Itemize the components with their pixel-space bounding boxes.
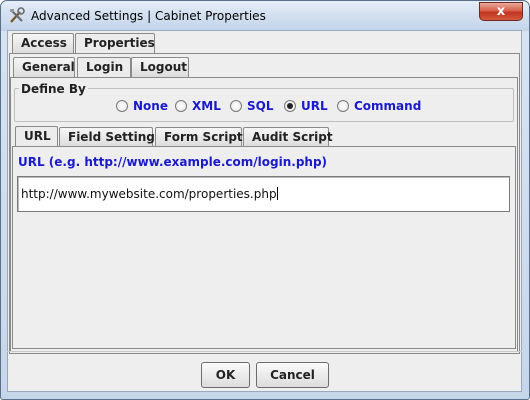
- window-title: Advanced Settings | Cabinet Properties: [31, 9, 266, 23]
- tab-general[interactable]: General: [13, 57, 75, 77]
- radio-command[interactable]: Command: [337, 98, 421, 114]
- define-by-title: Define By: [19, 82, 88, 96]
- tab-audit-script[interactable]: Audit Script: [243, 127, 333, 147]
- text-caret: [276, 187, 278, 200]
- radio-url[interactable]: URL: [284, 98, 328, 114]
- radio-none[interactable]: None: [116, 98, 168, 114]
- url-field-label: URL (e.g. http://www.example.com/login.p…: [18, 155, 328, 169]
- footer-divider: [7, 351, 522, 352]
- tab-form-script[interactable]: Form Script: [155, 127, 243, 147]
- cancel-button[interactable]: Cancel: [256, 362, 329, 388]
- tab-field-settings[interactable]: Field Settings: [59, 127, 162, 147]
- tab-login[interactable]: Login: [77, 57, 131, 78]
- close-icon: x: [496, 4, 506, 19]
- title-bar[interactable]: Advanced Settings | Cabinet Properties x: [1, 1, 529, 31]
- tab-properties[interactable]: Properties: [75, 33, 155, 54]
- radio-sql-indicator[interactable]: [230, 100, 242, 112]
- tab-logout[interactable]: Logout: [131, 57, 189, 77]
- tools-icon: [10, 7, 25, 23]
- radio-url-indicator[interactable]: [284, 100, 296, 112]
- tab-access[interactable]: Access: [12, 33, 74, 53]
- tab-url[interactable]: URL: [15, 126, 58, 147]
- url-input-value: http://www.mywebsite.com/properties.php: [21, 187, 277, 201]
- close-button[interactable]: x: [479, 2, 523, 21]
- radio-command-indicator[interactable]: [337, 100, 349, 112]
- radio-none-indicator[interactable]: [116, 100, 128, 112]
- url-input[interactable]: http://www.mywebsite.com/properties.php: [17, 176, 510, 212]
- radio-xml-indicator[interactable]: [175, 100, 187, 112]
- radio-xml[interactable]: XML: [175, 98, 221, 114]
- radio-sql[interactable]: SQL: [230, 98, 274, 114]
- ok-button[interactable]: OK: [201, 362, 250, 388]
